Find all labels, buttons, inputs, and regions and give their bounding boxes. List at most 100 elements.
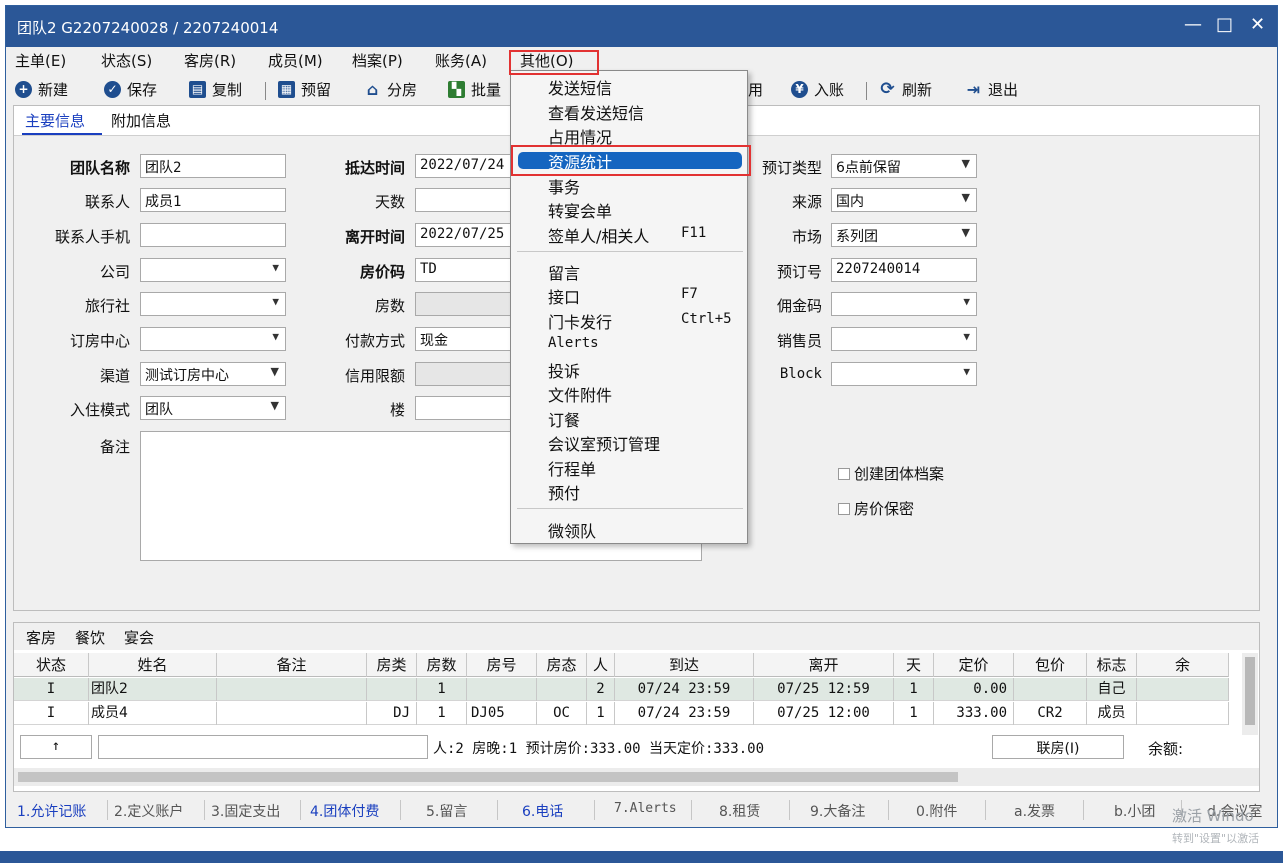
menu-item-send-sms[interactable]: 发送短信 <box>548 75 612 99</box>
create-profile-checkbox[interactable]: 创建团体档案 <box>838 463 944 484</box>
menu-profile[interactable]: 档案(P) <box>352 50 403 71</box>
col-room-no[interactable]: 房号 <box>467 653 537 677</box>
tab-invoice[interactable]: a.发票 <box>1014 801 1055 821</box>
col-remark[interactable]: 备注 <box>217 653 367 677</box>
tab-message[interactable]: 5.留言 <box>426 801 467 821</box>
rate-code-select[interactable]: TD <box>415 258 511 282</box>
tab-subgroup[interactable]: b.小团 <box>1114 801 1155 821</box>
up-arrow-button[interactable]: ↑ <box>20 735 92 759</box>
col-status[interactable]: 状态 <box>14 653 89 677</box>
save-button[interactable]: ✓ 保存 <box>104 79 157 100</box>
new-button[interactable]: + 新建 <box>15 79 68 100</box>
menu-account[interactable]: 账务(A) <box>435 50 487 71</box>
table-row[interactable]: I 团队2 1 2 07/24 23:59 07/25 12:59 1 0.00… <box>14 678 1229 701</box>
fee-button[interactable]: 用 <box>748 79 763 100</box>
booking-no-input[interactable]: 2207240014 <box>831 258 977 282</box>
tab-main-info[interactable]: 主要信息 <box>25 110 85 131</box>
col-persons[interactable]: 人 <box>587 653 615 677</box>
menu-item-complaint[interactable]: 投诉 <box>548 358 580 382</box>
refresh-button[interactable]: ⟳ 刷新 <box>879 79 932 100</box>
menu-room[interactable]: 客房(R) <box>184 50 236 71</box>
company-select[interactable]: ▼ <box>140 258 286 282</box>
menu-status[interactable]: 状态(S) <box>101 50 152 71</box>
horizontal-scrollbar[interactable] <box>14 768 1259 786</box>
tab-dining[interactable]: 餐饮 <box>75 627 105 648</box>
menu-item-wechat-leader[interactable]: 微领队 <box>548 518 596 542</box>
col-rooms[interactable]: 房数 <box>417 653 467 677</box>
sales-select[interactable]: ▼ <box>831 327 977 351</box>
arrival-input[interactable]: 2022/07/24 <box>415 154 511 178</box>
menu-item-prepay[interactable]: 预付 <box>548 480 580 504</box>
menu-item-order-meal[interactable]: 订餐 <box>548 407 580 431</box>
tab-rooms[interactable]: 客房 <box>26 627 56 648</box>
menu-item-itinerary[interactable]: 行程单 <box>548 456 596 480</box>
post-button[interactable]: ¥ 入账 <box>791 79 844 100</box>
tab-extra-info[interactable]: 附加信息 <box>111 110 171 131</box>
col-departure[interactable]: 离开 <box>754 653 894 677</box>
menu-item-file-attachment[interactable]: 文件附件 <box>548 382 612 406</box>
tab-attachment[interactable]: 0.附件 <box>916 801 957 821</box>
menu-item-alerts[interactable]: Alerts <box>548 335 599 351</box>
maximize-button[interactable]: □ <box>1216 14 1233 35</box>
menu-item-interface[interactable]: 接口 <box>548 284 580 308</box>
scrollbar-thumb[interactable] <box>18 772 958 782</box>
reserve-button[interactable]: ▦ 预留 <box>278 79 331 100</box>
menu-item-meeting-room[interactable]: 会议室预订管理 <box>548 431 660 455</box>
table-row[interactable]: I 成员4 DJ 1 DJ05 OC 1 07/24 23:59 07/25 1… <box>14 702 1229 725</box>
contact-input[interactable]: 成员1 <box>140 188 286 212</box>
tab-allow-posting[interactable]: 1.允许记账 <box>17 801 86 821</box>
menu-member[interactable]: 成员(M) <box>268 50 323 71</box>
col-balance[interactable]: 余 <box>1137 653 1229 677</box>
summary-input[interactable] <box>98 735 428 759</box>
col-package[interactable]: 包价 <box>1014 653 1087 677</box>
vertical-scrollbar[interactable] <box>1242 653 1258 735</box>
menu-item-to-banquet[interactable]: 转宴会单 <box>548 198 612 222</box>
col-room-type[interactable]: 房类 <box>367 653 417 677</box>
menu-item-affairs[interactable]: 事务 <box>548 174 580 198</box>
commission-select[interactable]: ▼ <box>831 292 977 316</box>
exit-button[interactable]: ⇥ 退出 <box>965 79 1018 100</box>
tab-define-account[interactable]: 2.定义账户 <box>114 801 183 821</box>
scrollbar-thumb[interactable] <box>1245 657 1255 725</box>
menu-item-message[interactable]: 留言 <box>548 260 580 284</box>
market-select[interactable]: 系列团 ▼ <box>831 223 977 247</box>
payment-select[interactable]: 现金 <box>415 327 511 351</box>
source-select[interactable]: 国内 ▼ <box>831 188 977 212</box>
block-select[interactable]: ▼ <box>831 362 977 386</box>
col-flag[interactable]: 标志 <box>1087 653 1137 677</box>
tab-banquet[interactable]: 宴会 <box>124 627 154 648</box>
assign-room-button[interactable]: ⌂ 分房 <box>364 79 417 100</box>
rooms-input[interactable] <box>415 292 511 316</box>
menu-item-signer[interactable]: 签单人/相关人 <box>548 223 649 247</box>
agency-select[interactable]: ▼ <box>140 292 286 316</box>
menu-item-view-sms[interactable]: 查看发送短信 <box>548 100 644 124</box>
link-room-button[interactable]: 联房(I) <box>992 735 1124 759</box>
rate-secret-checkbox[interactable]: 房价保密 <box>838 498 914 519</box>
checkin-mode-select[interactable]: 团队 ▼ <box>140 396 286 420</box>
departure-input[interactable]: 2022/07/25 <box>415 223 511 247</box>
tab-rental[interactable]: 8.租赁 <box>719 801 760 821</box>
days-input[interactable] <box>415 188 511 212</box>
col-name[interactable]: 姓名 <box>89 653 217 677</box>
col-arrival[interactable]: 到达 <box>615 653 754 677</box>
menu-main[interactable]: 主单(E) <box>15 50 66 71</box>
minimize-button[interactable]: — <box>1184 14 1202 35</box>
tab-big-remark[interactable]: 9.大备注 <box>810 801 865 821</box>
tab-group-pay[interactable]: 4.团体付费 <box>310 801 379 821</box>
tab-alerts[interactable]: 7.Alerts <box>614 801 677 816</box>
channel-select[interactable]: 测试订房中心 ▼ <box>140 362 286 386</box>
col-rate[interactable]: 定价 <box>934 653 1014 677</box>
tab-phone[interactable]: 6.电话 <box>522 801 563 821</box>
floor-select[interactable] <box>415 396 511 420</box>
col-room-status[interactable]: 房态 <box>537 653 587 677</box>
col-days[interactable]: 天 <box>894 653 934 677</box>
menu-item-card-issue[interactable]: 门卡发行 <box>548 309 612 333</box>
group-name-input[interactable]: 团队2 <box>140 154 286 178</box>
credit-limit-input[interactable] <box>415 362 511 386</box>
booking-type-select[interactable]: 6点前保留 ▼ <box>831 154 977 178</box>
mobile-input[interactable] <box>140 223 286 247</box>
batch-button[interactable]: ▚ 批量 <box>448 79 501 100</box>
copy-button[interactable]: ▤ 复制 <box>189 79 242 100</box>
tab-fixed-expense[interactable]: 3.固定支出 <box>211 801 280 821</box>
close-button[interactable]: ✕ <box>1250 14 1265 35</box>
